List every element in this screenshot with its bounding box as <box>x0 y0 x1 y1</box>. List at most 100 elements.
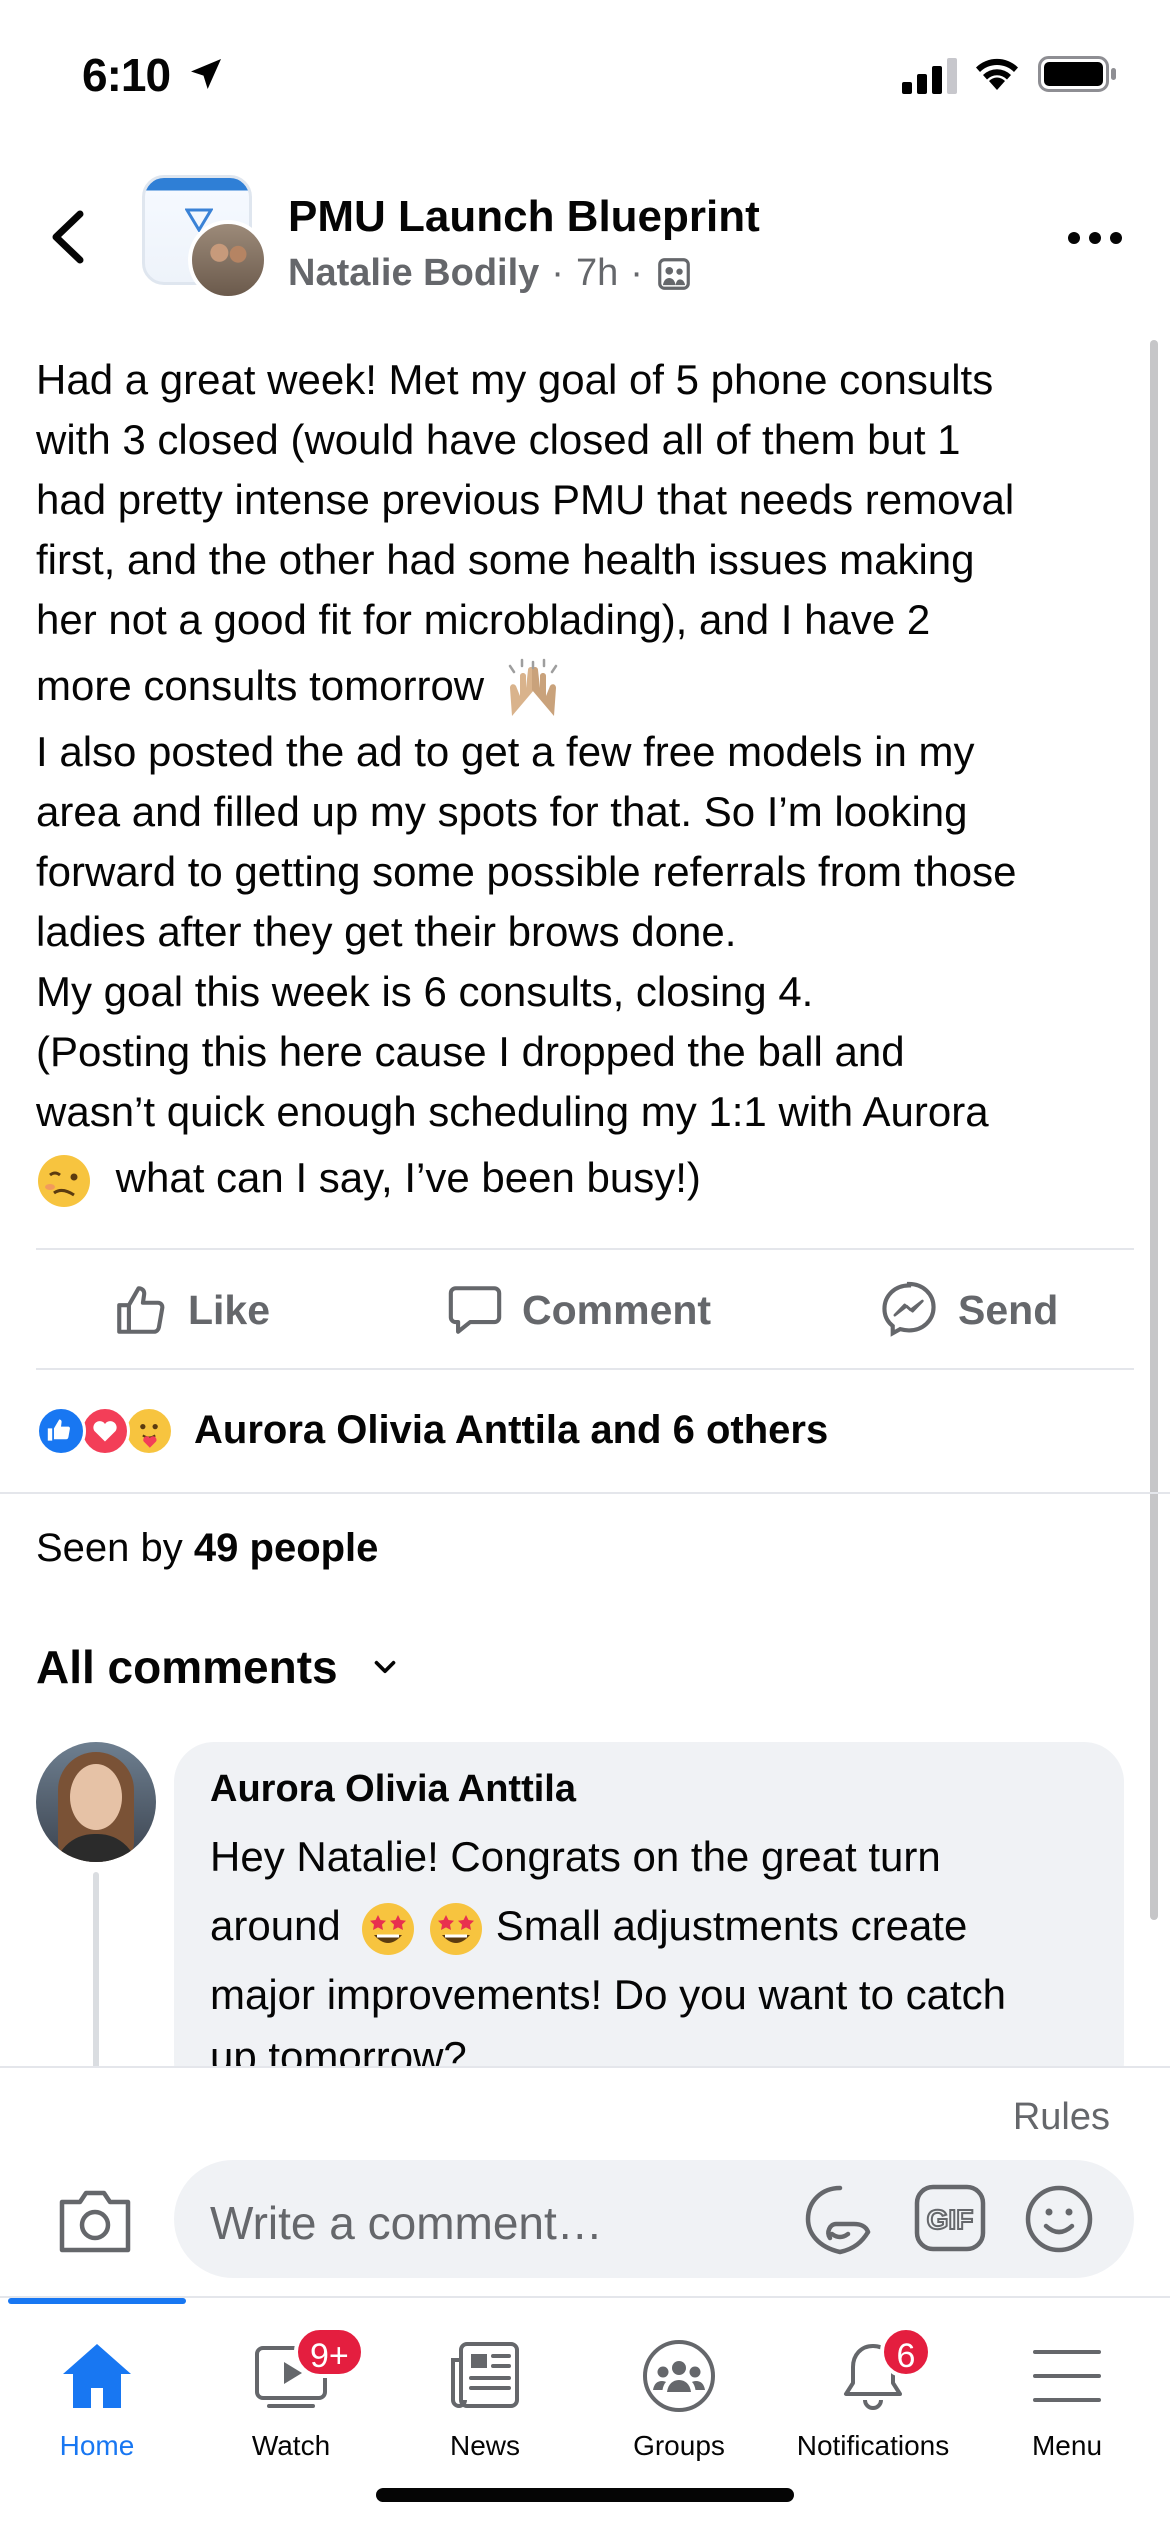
send-button[interactable]: Send <box>878 1276 1058 1344</box>
star-struck-emoji-icon <box>430 1902 483 1955</box>
status-bar: 6:10 <box>0 0 1170 150</box>
comment-line: Hey Natalie! Congrats on the great turn <box>210 1833 941 1880</box>
tab-groups[interactable]: Groups <box>582 2328 776 2478</box>
groups-icon <box>643 2340 715 2412</box>
post-line-with-emoji: what can I say, I’ve been busy!) <box>36 1142 1126 1214</box>
comments-filter-label: All comments <box>36 1641 338 1693</box>
post-line: more consults tomorrow <box>36 662 485 709</box>
post-line: first, and the other had some health iss… <box>36 536 975 583</box>
post-line: wasn’t quick enough scheduling my 1:1 wi… <box>36 1088 989 1135</box>
post-line: I also posted the ad to get a few free m… <box>36 728 975 775</box>
group-name[interactable]: PMU Launch Blueprint <box>288 192 760 242</box>
comment-line-with-emoji: around Small adjustments create <box>210 1888 1110 1964</box>
seen-by[interactable]: Seen by 49 people <box>36 1526 378 1571</box>
comment-line: Small adjustments create <box>495 1902 968 1949</box>
tab-label: Notifications <box>796 2430 950 2461</box>
post-line: area and filled up my spots for that. So… <box>36 788 968 835</box>
comment-line: major improvements! Do you want to catch <box>210 1971 1006 2018</box>
seen-by-prefix: Seen by <box>36 1526 183 1570</box>
active-tab-indicator <box>8 2298 186 2304</box>
meta-separator: · <box>630 252 643 294</box>
location-arrow-icon <box>191 59 221 89</box>
more-options-icon[interactable] <box>1066 228 1124 248</box>
raising-hands-emoji-icon <box>508 658 558 716</box>
smiley-icon[interactable] <box>1024 2184 1094 2254</box>
comment-thread-line <box>93 1872 99 2072</box>
speech-bubble-icon <box>448 1286 502 1334</box>
newspaper-icon <box>451 2342 519 2408</box>
comments-filter[interactable]: All comments <box>36 1640 402 1694</box>
post-time: 7h <box>575 252 619 294</box>
notifications-badge: 6 <box>880 2326 932 2378</box>
like-button[interactable]: Like <box>112 1276 270 1344</box>
comment-text: Hey Natalie! Congrats on the great turn … <box>210 1826 1110 2088</box>
tab-menu[interactable]: Menu <box>970 2328 1164 2478</box>
tab-notifications[interactable]: 6 Notifications <box>776 2326 970 2478</box>
comment-input[interactable]: Write a comment… GIF <box>174 2160 1134 2278</box>
tab-label: News <box>449 2430 520 2461</box>
comment-label: Comment <box>522 1286 712 1333</box>
meta-separator: · <box>551 252 564 294</box>
divider <box>36 1368 1134 1370</box>
wifi-icon <box>976 58 1018 90</box>
group-members-icon <box>658 257 690 290</box>
scrollbar[interactable] <box>1150 340 1158 1920</box>
post-line: what can I say, I’ve been busy!) <box>115 1154 701 1201</box>
comment-author[interactable]: Aurora Olivia Anttila <box>210 1768 576 1811</box>
comment-composer: Rules Write a comment… GIF <box>0 2066 1170 2296</box>
rules-link[interactable]: Rules <box>1013 2096 1110 2139</box>
divider <box>0 1492 1170 1494</box>
comment-placeholder: Write a comment… <box>210 2197 603 2249</box>
home-indicator[interactable] <box>376 2488 794 2502</box>
reaction-icons <box>36 1402 182 1458</box>
gif-icon[interactable]: GIF <box>914 2184 986 2252</box>
comment-button[interactable]: Comment <box>446 1276 711 1344</box>
avatar-face <box>70 1764 122 1830</box>
camera-icon[interactable] <box>56 2186 134 2256</box>
post-line: had pretty intense previous PMU that nee… <box>36 476 1015 523</box>
commenter-avatar[interactable] <box>36 1742 156 1862</box>
seen-by-count: 49 people <box>193 1526 379 1570</box>
post-line: forward to getting some possible referra… <box>36 848 1017 895</box>
watch-badge: 9+ <box>294 2326 365 2378</box>
author-avatar[interactable] <box>188 220 268 300</box>
post-line-with-emoji: more consults tomorrow <box>36 650 1126 722</box>
post-action-bar: Like Comment Send <box>0 1250 1170 1370</box>
post-line: My goal this week is 6 consults, closing… <box>36 968 814 1015</box>
post-line: her not a good fit for microblading), an… <box>36 596 931 643</box>
reactions-summary[interactable]: Aurora Olivia Anttila and 6 others <box>36 1400 828 1460</box>
back-chevron-icon[interactable] <box>40 202 100 272</box>
post-author[interactable]: Natalie Bodily <box>288 252 539 295</box>
comment-bubble[interactable]: Aurora Olivia Anttila Hey Natalie! Congr… <box>174 1742 1124 2102</box>
svg-text:GIF: GIF <box>927 2204 974 2235</box>
cellular-signal-icon <box>902 58 957 94</box>
tab-watch[interactable]: 9+ Watch <box>194 2326 388 2478</box>
status-time: 6:10 <box>82 49 171 101</box>
woozy-face-emoji-icon <box>38 1154 90 1207</box>
love-reaction-icon <box>80 1406 130 1456</box>
battery-icon <box>1038 56 1116 92</box>
tab-news[interactable]: News <box>388 2328 582 2478</box>
tab-label: Watch <box>251 2430 331 2461</box>
hamburger-menu-icon <box>1033 2350 1101 2402</box>
sticker-icon[interactable] <box>802 2182 878 2258</box>
care-reaction-icon <box>124 1406 174 1456</box>
tab-home[interactable]: Home <box>0 2328 194 2478</box>
like-reaction-icon <box>36 1406 86 1456</box>
post-meta: Natalie Bodily · 7h · <box>288 252 693 295</box>
thumbs-up-icon <box>117 1286 165 1334</box>
post-body: Had a great week! Met my goal of 5 phone… <box>36 350 1126 1214</box>
like-label: Like <box>188 1286 271 1333</box>
reactors-text: Aurora Olivia Anttila and 6 others <box>194 1407 829 1452</box>
tab-label: Home <box>59 2430 135 2461</box>
star-struck-emoji-icon <box>362 1902 415 1955</box>
post-line: (Posting this here cause I dropped the b… <box>36 1028 905 1075</box>
messenger-icon <box>882 1281 936 1337</box>
comment-line: around <box>210 1902 341 1949</box>
tab-label: Groups <box>633 2430 725 2461</box>
post-header: PMU Launch Blueprint Natalie Bodily · 7h… <box>0 170 1170 310</box>
post-line: Had a great week! Met my goal of 5 phone… <box>36 356 994 403</box>
post-line: ladies after they get their brows done. <box>36 908 737 955</box>
send-label: Send <box>958 1286 1059 1333</box>
home-icon <box>63 2344 131 2408</box>
